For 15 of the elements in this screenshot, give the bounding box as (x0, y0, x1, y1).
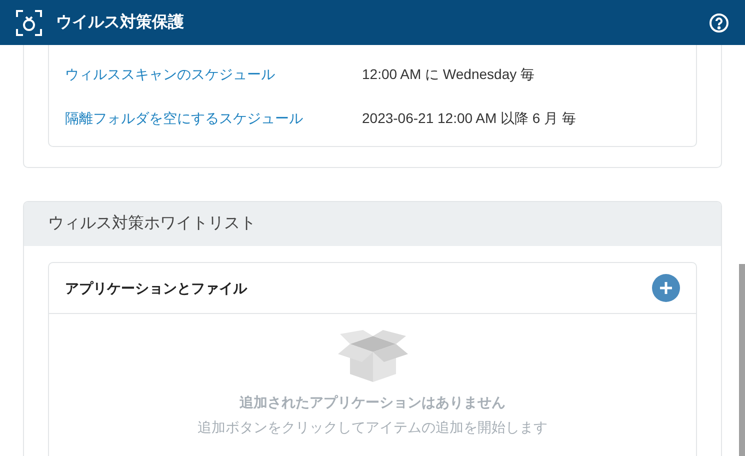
plus-icon (659, 281, 673, 295)
shield-scan-icon (16, 10, 42, 36)
section-title: アプリケーションとファイル (65, 278, 247, 298)
schedule-link[interactable]: 隔離フォルダを空にするスケジュール (65, 108, 362, 128)
card-title: ウィルス対策ホワイトリスト (48, 214, 256, 234)
scrollbar[interactable] (739, 264, 745, 456)
help-icon[interactable] (709, 12, 729, 32)
empty-hint: 追加ボタンをクリックしてアイテムの追加を開始します (198, 418, 548, 437)
schedule-link[interactable]: ウィルススキャンのスケジュール (65, 64, 362, 84)
schedule-value: 2023-06-21 12:00 AM 以降 6 月 毎 (362, 108, 576, 128)
empty-box-icon (338, 330, 408, 382)
schedule-value: 12:00 AM に Wednesday 毎 (362, 64, 534, 84)
add-button[interactable] (652, 274, 680, 302)
app-title: ウイルス対策保護 (56, 12, 184, 32)
empty-title: 追加されたアプリケーションはありません (240, 393, 506, 412)
